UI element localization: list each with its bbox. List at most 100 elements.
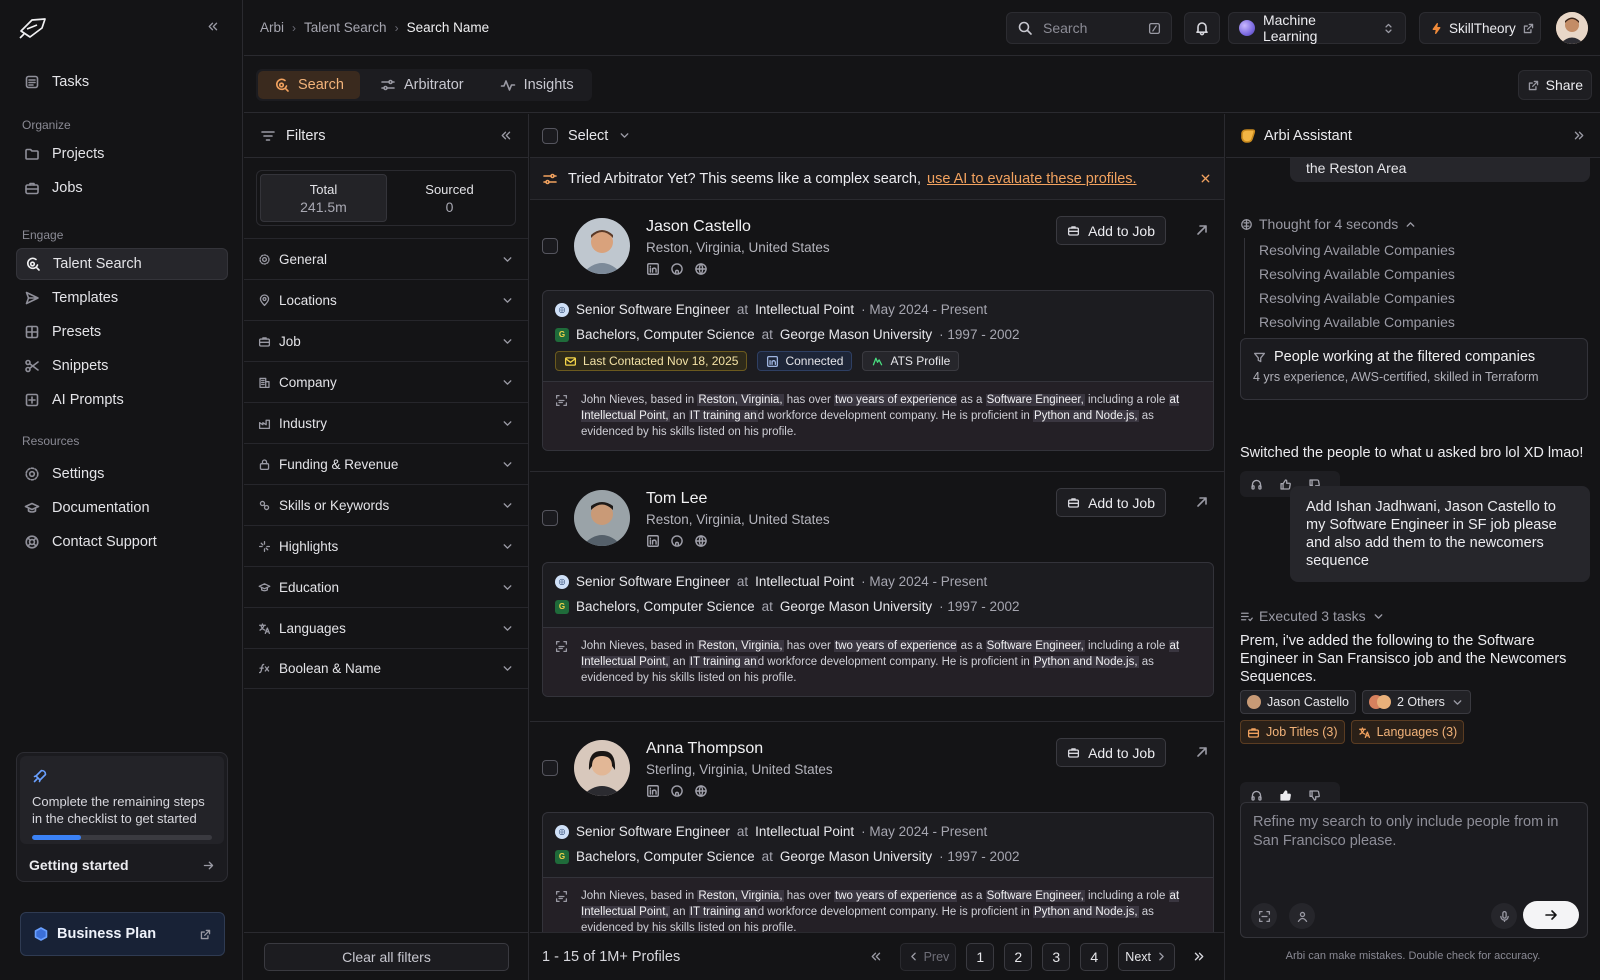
school-name[interactable]: George Mason University xyxy=(780,599,932,614)
filter-row-locations[interactable]: Locations xyxy=(244,279,528,320)
collapse-assistant-icon[interactable] xyxy=(1573,129,1586,142)
business-plan-button[interactable]: Business Plan xyxy=(20,912,225,956)
page-button[interactable]: 1 xyxy=(966,942,995,971)
person-chip[interactable]: Jason Castello xyxy=(1240,690,1356,714)
globe-icon[interactable] xyxy=(694,784,708,798)
linkedin-icon[interactable] xyxy=(646,784,660,798)
workspace-select[interactable]: Machine Learning xyxy=(1228,12,1406,44)
candidate-checkbox[interactable] xyxy=(542,238,558,254)
filter-row-boolean-name[interactable]: Boolean & Name xyxy=(244,648,528,689)
attach-context-button[interactable] xyxy=(1251,903,1277,929)
microphone-button[interactable] xyxy=(1491,903,1517,929)
stat-sourced[interactable]: Sourced 0 xyxy=(387,174,512,222)
filter-row-funding-revenue[interactable]: Funding & Revenue xyxy=(244,443,528,484)
candidate-name[interactable]: Tom Lee xyxy=(646,490,707,508)
page-button[interactable]: 4 xyxy=(1080,942,1109,971)
thumbs-down-icon[interactable] xyxy=(1308,789,1321,802)
open-profile-icon[interactable] xyxy=(1194,494,1210,510)
collapse-sidebar-icon[interactable] xyxy=(206,20,219,33)
breadcrumb-item[interactable]: Arbi xyxy=(260,20,284,35)
banner-link[interactable]: use AI to evaluate these profiles. xyxy=(927,171,1137,187)
skilltheory-link[interactable]: SkillTheory xyxy=(1419,12,1541,44)
linkedin-icon[interactable] xyxy=(646,262,660,276)
open-profile-icon[interactable] xyxy=(1194,744,1210,760)
add-to-job-button[interactable]: Add to Job xyxy=(1056,216,1166,245)
filter-row-languages[interactable]: Languages xyxy=(244,607,528,648)
thought-toggle[interactable]: Thought for 4 seconds xyxy=(1240,216,1417,232)
executed-tasks-toggle[interactable]: Executed 3 tasks xyxy=(1240,608,1385,624)
sidebar-item-contact-support[interactable]: Contact Support xyxy=(16,526,228,558)
candidate-name[interactable]: Jason Castello xyxy=(646,218,751,236)
others-chip[interactable]: 2 Others xyxy=(1362,690,1471,714)
first-page-button[interactable] xyxy=(862,943,890,971)
select-all-checkbox[interactable] xyxy=(542,127,558,144)
filter-row-education[interactable]: Education xyxy=(244,566,528,607)
prev-page-button[interactable]: Prev xyxy=(899,942,957,971)
candidate-avatar[interactable] xyxy=(574,490,630,546)
sidebar-item-tasks[interactable]: Tasks xyxy=(16,66,228,98)
assistant-input[interactable]: Refine my search to only include people … xyxy=(1240,802,1588,938)
stat-total[interactable]: Total 241.5m xyxy=(260,174,387,222)
sidebar-item-jobs[interactable]: Jobs xyxy=(16,172,228,204)
headphones-icon[interactable] xyxy=(1250,789,1263,802)
tab-arbitrator[interactable]: Arbitrator xyxy=(364,71,480,99)
notifications-button[interactable] xyxy=(1184,12,1220,44)
sidebar-item-ai-prompts[interactable]: AI Prompts xyxy=(16,384,228,416)
school-name[interactable]: George Mason University xyxy=(780,327,932,342)
filter-row-highlights[interactable]: Highlights xyxy=(244,525,528,566)
global-search-input[interactable]: Search xyxy=(1006,12,1172,44)
thumbs-up-icon[interactable] xyxy=(1279,789,1292,802)
select-label[interactable]: Select xyxy=(568,128,608,144)
page-button[interactable]: 2 xyxy=(1004,942,1033,971)
sidebar-item-documentation[interactable]: Documentation xyxy=(16,492,228,524)
sidebar-item-presets[interactable]: Presets xyxy=(16,316,228,348)
globe-icon[interactable] xyxy=(694,262,708,276)
filter-row-job[interactable]: Job xyxy=(244,320,528,361)
company-name[interactable]: Intellectual Point xyxy=(755,574,854,589)
tab-search[interactable]: Search xyxy=(258,71,360,99)
tab-insights[interactable]: Insights xyxy=(484,71,590,99)
breadcrumb-item[interactable]: Talent Search xyxy=(304,20,387,35)
collapse-filters-icon[interactable] xyxy=(499,129,512,142)
ats-profile-badge[interactable]: ATS Profile xyxy=(862,351,960,371)
share-button[interactable]: Share xyxy=(1517,70,1592,100)
next-page-button[interactable]: Next xyxy=(1118,942,1175,971)
linkedin-icon[interactable] xyxy=(646,534,660,548)
github-icon[interactable] xyxy=(670,784,684,798)
filter-row-company[interactable]: Company xyxy=(244,361,528,402)
candidate-avatar[interactable] xyxy=(574,218,630,274)
page-button[interactable]: 3 xyxy=(1042,942,1071,971)
arbi-logo[interactable] xyxy=(18,16,48,40)
filter-row-industry[interactable]: Industry xyxy=(244,402,528,443)
school-name[interactable]: George Mason University xyxy=(780,849,932,864)
sidebar-item-settings[interactable]: Settings xyxy=(16,458,228,490)
candidate-name[interactable]: Anna Thompson xyxy=(646,740,763,758)
github-icon[interactable] xyxy=(670,534,684,548)
sidebar-item-snippets[interactable]: Snippets xyxy=(16,350,228,382)
filter-result-card[interactable]: People working at the filtered companies… xyxy=(1240,338,1588,400)
company-name[interactable]: Intellectual Point xyxy=(755,824,854,839)
add-to-job-button[interactable]: Add to Job xyxy=(1056,738,1166,767)
candidate-avatar[interactable] xyxy=(574,740,630,796)
company-name[interactable]: Intellectual Point xyxy=(755,302,854,317)
globe-icon[interactable] xyxy=(694,534,708,548)
filter-row-general[interactable]: General xyxy=(244,238,528,279)
close-icon[interactable] xyxy=(1199,172,1212,185)
getting-started-button[interactable]: Getting started xyxy=(17,847,227,883)
open-profile-icon[interactable] xyxy=(1194,222,1210,238)
filter-row-skills-or-keywords[interactable]: Skills or Keywords xyxy=(244,484,528,525)
add-to-job-button[interactable]: Add to Job xyxy=(1056,488,1166,517)
sidebar-item-projects[interactable]: Projects xyxy=(16,138,228,170)
sidebar-item-templates[interactable]: Templates xyxy=(16,282,228,314)
clear-filters-button[interactable]: Clear all filters xyxy=(264,942,509,971)
last-page-button[interactable] xyxy=(1185,943,1213,971)
github-icon[interactable] xyxy=(670,262,684,276)
languages-chip[interactable]: Languages (3) xyxy=(1350,720,1465,744)
people-context-button[interactable] xyxy=(1289,903,1315,929)
headphones-icon[interactable] xyxy=(1250,478,1263,491)
thumbs-up-icon[interactable] xyxy=(1279,478,1292,491)
candidate-checkbox[interactable] xyxy=(542,510,558,526)
chevron-down-icon[interactable] xyxy=(618,129,631,142)
job-titles-chip[interactable]: Job Titles (3) xyxy=(1240,720,1345,744)
sidebar-item-talent-search[interactable]: Talent Search xyxy=(16,248,228,280)
